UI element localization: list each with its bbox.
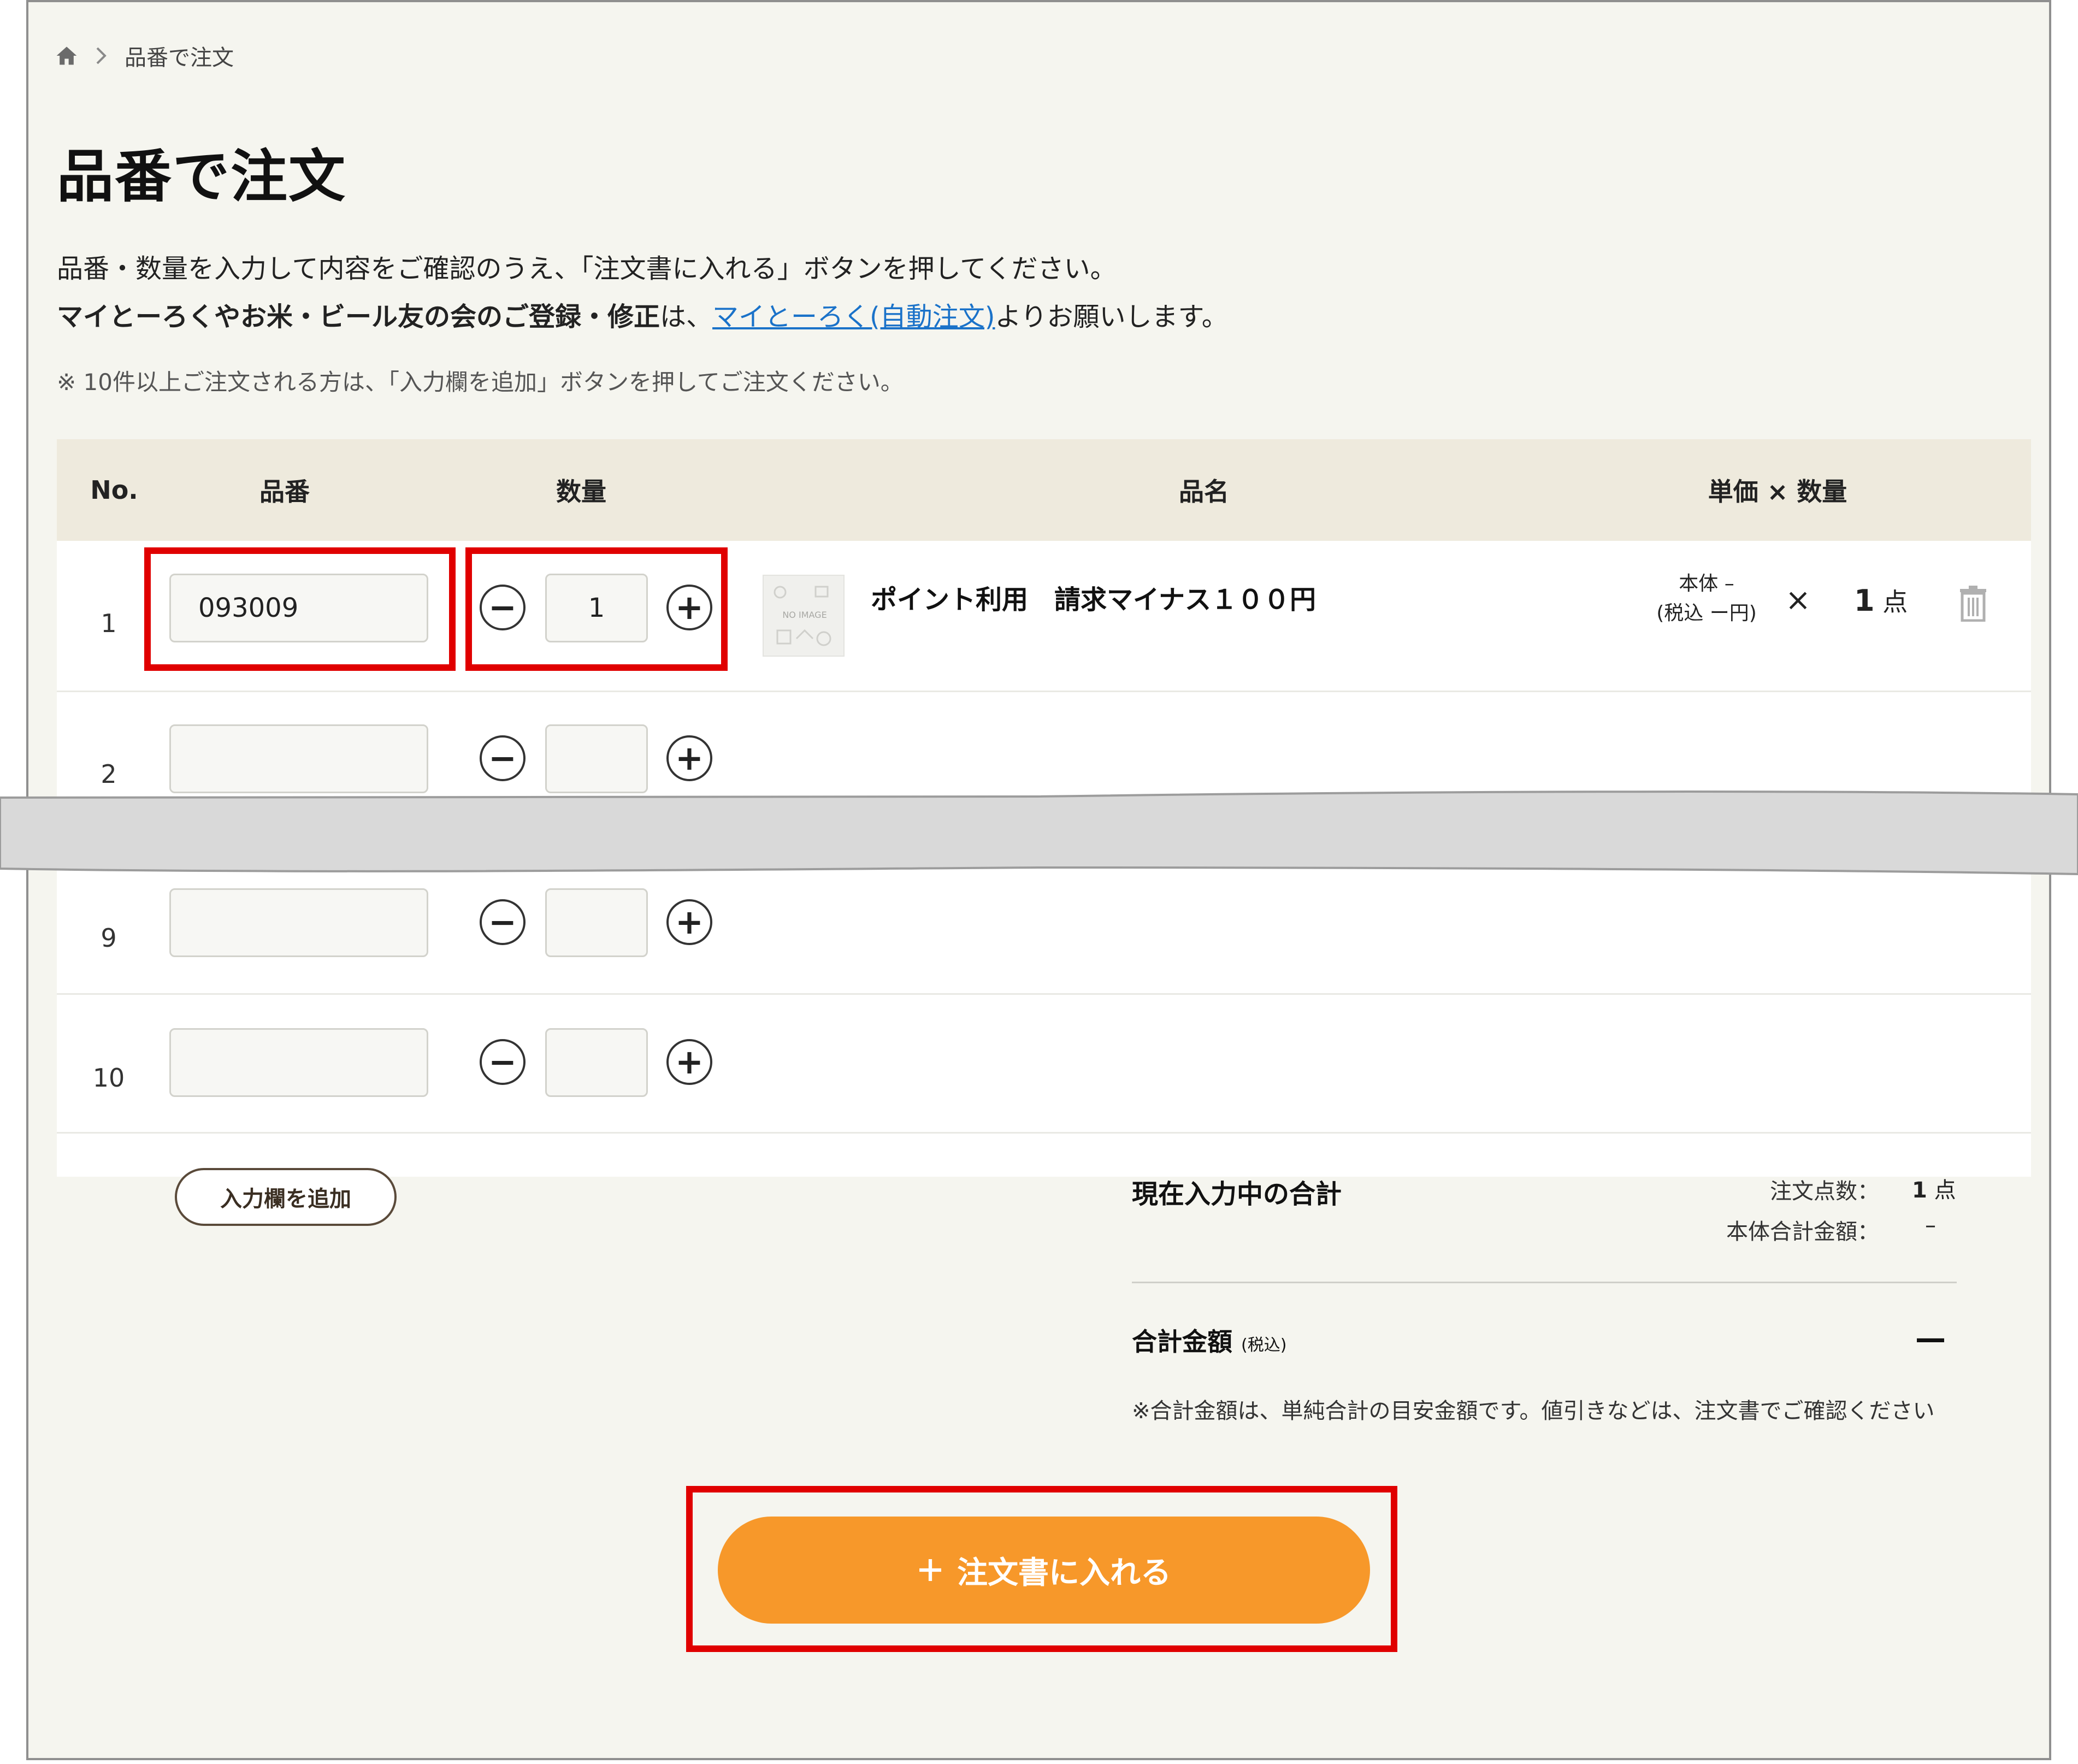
price-base: 本体 – [1679,573,1734,595]
total-label: 合計金額 (税込) [1132,1322,1286,1358]
item-count: 1 点 [1854,582,1908,618]
items-count-value: 1 点 [1912,1172,1956,1204]
decrement-button[interactable]: − [480,1039,526,1085]
minus-icon: − [488,738,517,778]
subtotal-label: 本体合計金額： [1726,1219,1879,1244]
total-tax-note: (税込) [1241,1336,1287,1355]
item-count-value: 1 [1854,583,1875,618]
chevron-right-icon [95,46,108,66]
header-no: No. [90,475,138,505]
items-count-number: 1 [1912,1178,1927,1203]
part-number-input[interactable] [169,888,428,957]
row-number: 2 [101,759,117,789]
row-number: 9 [101,923,117,953]
add-input-rows-button[interactable]: 入力欄を追加 [175,1168,397,1226]
plus-icon: + [675,1042,704,1082]
description-bold: マイとーろくやお米・ビール友の会のご登録・修正 [57,302,660,332]
decrement-button[interactable]: − [480,899,526,945]
highlight-quantity [465,547,728,671]
items-count-unit: 点 [1934,1178,1956,1203]
header-quantity: 数量 [556,477,606,506]
minus-icon: − [488,902,517,942]
items-count-label: 注文点数： [1770,1179,1879,1204]
price-tax-included: (税込 ー円) [1656,602,1757,624]
summary-title: 現在入力中の合計 [1132,1179,1342,1210]
total-value: — [1915,1321,1946,1356]
note-text: ※ 10件以上ご注文される方は、「入力欄を追加」ボタンを押してご注文ください。 [57,369,904,396]
row-number: 1 [101,609,117,638]
page-title: 品番で注文 [57,143,347,210]
product-thumbnail: NO IMAGE [763,575,845,657]
total-label-text: 合計金額 [1132,1327,1232,1356]
no-image-label: NO IMAGE [782,610,827,620]
product-name: ポイント利用 請求マイナス１００円 [871,585,1317,615]
table-header: No. 品番 数量 品名 単価 × 数量 [57,439,2031,541]
plus-icon: + [675,738,704,778]
description-line-1: 品番・数量を入力して内容をご確認のうえ、「注文書に入れる」ボタンを押してください… [57,253,1117,284]
subtotal-value: – [1925,1213,1936,1238]
summary-divider [1132,1282,1957,1283]
breadcrumb-current: 品番で注文 [125,45,234,70]
quantity-input[interactable] [545,1028,648,1097]
increment-button[interactable]: + [666,899,712,945]
header-part-number: 品番 [259,477,310,506]
plus-icon: + [675,902,704,942]
unit-price: 本体 – (税込 ー円) [1646,569,1767,628]
minus-icon: − [488,1042,517,1082]
increment-button[interactable]: + [666,1039,712,1085]
item-count-unit: 点 [1882,587,1908,617]
increment-button[interactable]: + [666,735,712,781]
quantity-input[interactable] [545,724,648,793]
page-break-divider [0,790,2078,876]
multiply-sign: × [1785,582,1811,618]
description-mid: は、 [660,302,713,332]
part-number-input[interactable] [169,1028,428,1097]
home-icon[interactable] [55,44,79,68]
breadcrumb: 品番で注文 [55,38,234,73]
trash-icon[interactable] [1958,586,1988,624]
row-divider [57,993,2031,995]
header-product-name: 品名 [1179,477,1229,506]
description-end: よりお願いします。 [995,302,1228,332]
highlight-part-number [144,547,456,671]
decrement-button[interactable]: − [480,735,526,781]
highlight-submit [686,1486,1397,1652]
quantity-input[interactable] [545,888,648,957]
total-fine-print: ※合計金額は、単純合計の目安金額です。値引きなどは、注文書でご確認ください [1132,1399,1935,1424]
row-number: 10 [92,1063,125,1093]
row-divider [57,691,2031,692]
my-touroku-link[interactable]: マイとーろく(自動注文) [712,302,995,332]
row-divider [57,1132,2031,1134]
part-number-input[interactable] [169,724,428,793]
description-line-2: マイとーろくやお米・ビール友の会のご登録・修正は、マイとーろく(自動注文)よりお… [57,295,1228,333]
header-price-qty: 単価 × 数量 [1708,477,1847,506]
